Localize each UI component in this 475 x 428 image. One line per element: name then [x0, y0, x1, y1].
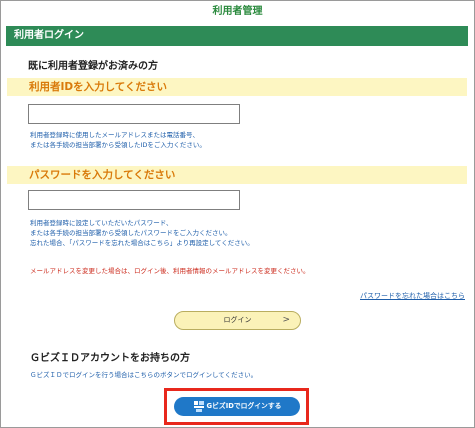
user-id-help-text: 利用者登録時に使用したメールアドレスまたは電話番号、 または各手続の担当部署から… — [30, 131, 206, 149]
email-change-warning: メールアドレスを変更した場合は、ログイン後、利用者情報のメールアドレスを変更くだ… — [30, 267, 310, 275]
password-input[interactable] — [28, 190, 240, 210]
password-label: パスワードを入力してください — [7, 166, 467, 184]
gbiz-heading: ＧビズＩＤアカウントをお持ちの方 — [30, 353, 190, 364]
gbiz-description: ＧビズＩＤでログインを行う場合はこちらのボタンでログインしてください。 — [30, 371, 258, 379]
section-header: 利用者ログイン — [6, 26, 468, 46]
login-button[interactable]: ログイン > — [174, 311, 301, 330]
forgot-password-link[interactable]: パスワードを忘れた場合はこちら — [360, 291, 465, 301]
user-id-input[interactable] — [28, 104, 240, 124]
page-top-title: 利用者管理 — [212, 6, 263, 17]
chevron-right-icon: > — [282, 315, 290, 325]
gbiz-login-button-label: GビズIDでログインする — [206, 402, 282, 410]
login-section-title: 既に利用者登録がお済みの方 — [28, 61, 158, 72]
password-help-text: 利用者登録時に設定していただいたパスワード、 または各手続の担当部署から受領した… — [30, 219, 254, 247]
user-id-label: 利用者IDを入力してください — [7, 78, 467, 96]
gbiz-login-button[interactable]: GビズIDでログインする — [174, 397, 300, 416]
login-button-label: ログイン — [223, 316, 252, 324]
gbizid-logo-icon — [194, 401, 204, 412]
